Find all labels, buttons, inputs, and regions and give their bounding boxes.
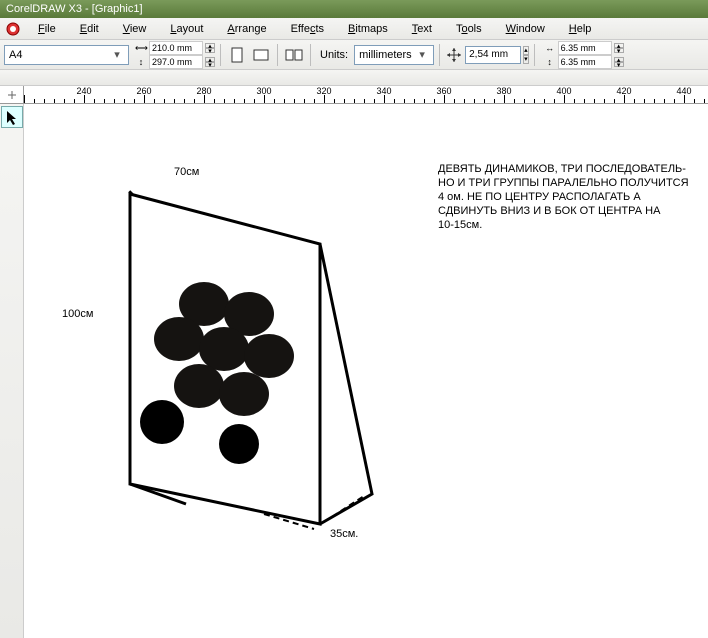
menu-bitmaps[interactable]: Bitmaps [336, 23, 400, 35]
units-label: Units: [320, 49, 348, 61]
dup-x-icon: ↔ [544, 42, 556, 54]
dup-x-input[interactable]: 6.35 mm [558, 41, 612, 55]
page-width-input[interactable]: 210.0 mm [149, 41, 203, 55]
units-value: millimeters [359, 49, 412, 61]
pages-button[interactable] [283, 44, 305, 66]
width-icon: ⟷ [135, 42, 147, 54]
text-block: ДЕВЯТЬ ДИНАМИКОВ, ТРИ ПОСЛЕДОВАТЕЛЬ- НО … [438, 162, 698, 232]
menu-window[interactable]: Window [494, 23, 557, 35]
nudge-group: 2,54 mm ▴▾ [445, 46, 529, 64]
portrait-button[interactable] [226, 44, 248, 66]
dupy-spinner[interactable]: ▴▾ [614, 57, 624, 67]
menu-effects[interactable]: Effects [279, 23, 336, 35]
dup-y-input[interactable]: 6.35 mm [558, 55, 612, 69]
chevron-down-icon: ▾ [110, 48, 124, 61]
divider [534, 44, 535, 66]
menubar: FFileile Edit View Layout Arrange Effect… [0, 18, 708, 40]
menu-layout[interactable]: Layout [158, 23, 215, 35]
dup-y-icon: ↕ [544, 56, 556, 68]
dupx-spinner[interactable]: ▴▾ [614, 43, 624, 53]
width-spinner[interactable]: ▴▾ [205, 43, 215, 53]
label-left: 100см [62, 308, 93, 320]
page-size-select[interactable]: A4 ▾ [4, 45, 129, 65]
menu-help[interactable]: Help [557, 23, 604, 35]
ruler-horizontal[interactable]: 240260280300320340360380400420440 [24, 86, 708, 104]
nudge-icon [445, 46, 463, 64]
height-spinner[interactable]: ▴▾ [205, 57, 215, 67]
units-select[interactable]: millimeters ▾ [354, 45, 434, 65]
toolbox [0, 104, 24, 638]
menu-file[interactable]: FFileile [26, 23, 68, 35]
toolbar-spacer [0, 70, 708, 86]
menu-tools[interactable]: Tools [444, 23, 494, 35]
nudge-input[interactable]: 2,54 mm [465, 46, 521, 64]
height-icon: ↕ [135, 56, 147, 68]
canvas[interactable]: 70см 100см 35см. ДЕВЯТЬ ДИНАМИКОВ, ТРИ П… [24, 104, 708, 638]
menu-arrange[interactable]: Arrange [215, 23, 278, 35]
duplicate-offset: ↔ 6.35 mm ▴▾ ↕ 6.35 mm ▴▾ [544, 41, 624, 69]
page-dimensions: ⟷ 210.0 mm ▴▾ ↕ 297.0 mm ▴▾ [135, 41, 215, 69]
divider [310, 44, 311, 66]
menu-view[interactable]: View [111, 23, 159, 35]
label-top: 70см [174, 166, 199, 178]
label-bottom: 35см. [330, 528, 358, 540]
divider [277, 44, 278, 66]
app-icon [4, 20, 22, 38]
window-title: CorelDRAW X3 - [Graphic1] [6, 3, 143, 15]
menu-text[interactable]: Text [400, 23, 444, 35]
landscape-button[interactable] [250, 44, 272, 66]
window-titlebar: CorelDRAW X3 - [Graphic1] [0, 0, 708, 18]
divider [220, 44, 221, 66]
pick-tool[interactable] [1, 106, 23, 128]
divider [439, 44, 440, 66]
property-bar: A4 ▾ ⟷ 210.0 mm ▴▾ ↕ 297.0 mm ▴▾ Units: … [0, 40, 708, 70]
page-height-input[interactable]: 297.0 mm [149, 55, 203, 69]
chevron-down-icon: ▾ [415, 48, 429, 61]
ruler-origin[interactable] [0, 86, 24, 104]
menu-edit[interactable]: Edit [68, 23, 111, 35]
page-size-value: A4 [9, 49, 22, 61]
nudge-spinner[interactable]: ▴▾ [523, 46, 529, 64]
